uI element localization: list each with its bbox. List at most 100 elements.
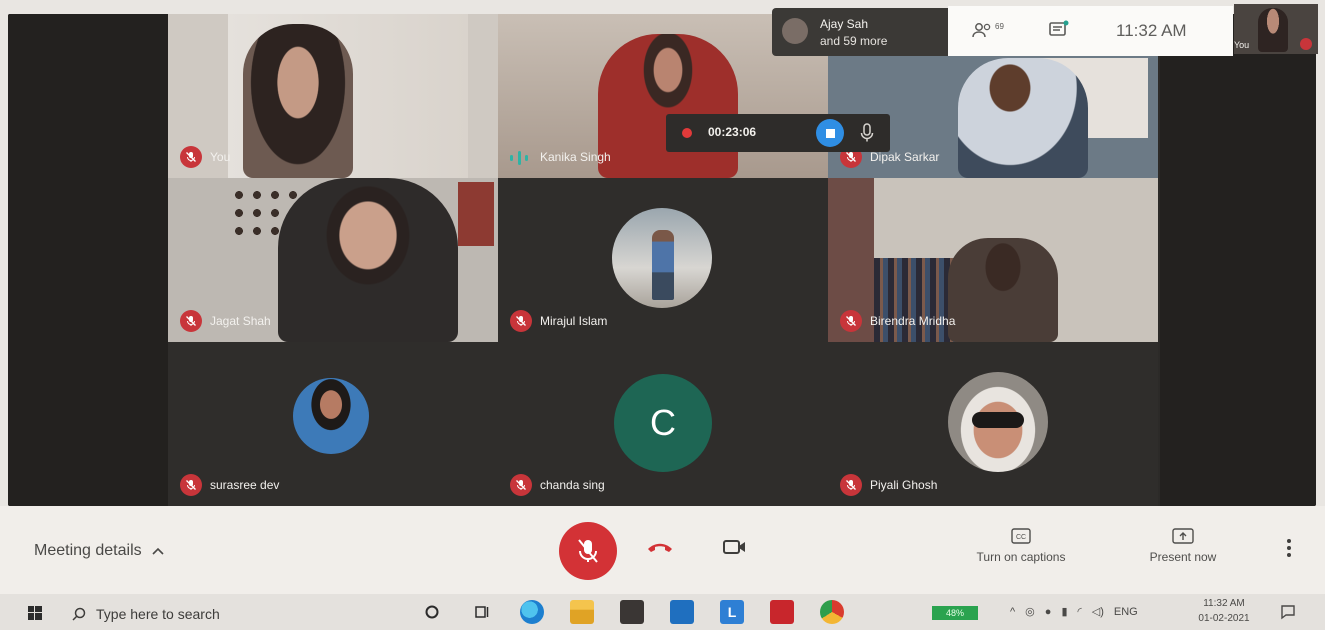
stop-icon xyxy=(825,128,835,138)
muted-mic-icon xyxy=(180,146,202,168)
participant-name: Piyali Ghosh xyxy=(870,478,938,492)
cortana-icon[interactable] xyxy=(420,600,444,624)
camera-toggle-button[interactable] xyxy=(722,538,748,561)
recording-timer: 00:23:06 xyxy=(708,125,757,139)
search-icon xyxy=(72,607,86,621)
start-button[interactable] xyxy=(28,606,42,625)
captions-label: Turn on captions xyxy=(976,550,1066,564)
participant-tile-birendra[interactable]: Birendra Mridha xyxy=(828,178,1158,342)
meet-window: You Kanika Singh Dipak Sarkar Jagat Shah… xyxy=(0,0,1325,630)
people-icon xyxy=(972,23,991,38)
microphone-icon[interactable]: ● xyxy=(1045,606,1052,618)
taskbar-search[interactable]: Type here to search xyxy=(72,606,220,622)
participant-tile-you[interactable]: You xyxy=(168,14,498,178)
recording-mic-button[interactable] xyxy=(860,123,874,148)
camera-icon xyxy=(723,540,745,554)
more-options-button[interactable] xyxy=(1286,538,1292,563)
mic-off-icon xyxy=(578,539,598,563)
network-icon[interactable]: ▮ xyxy=(1061,605,1067,618)
participant-name: Kanika Singh xyxy=(540,150,611,164)
participant-tile-mirajul[interactable]: Mirajul Islam xyxy=(498,178,828,342)
muted-mic-icon xyxy=(510,310,532,332)
present-now-button[interactable]: Present now xyxy=(1140,528,1226,564)
people-button[interactable]: 69 xyxy=(972,22,1004,38)
file-explorer-icon[interactable] xyxy=(570,600,594,624)
language-indicator[interactable]: ENG xyxy=(1114,606,1138,618)
participant-name: Jagat Shah xyxy=(210,314,271,328)
participant-name: surasree dev xyxy=(210,478,280,492)
mic-icon xyxy=(860,123,874,142)
taskbar-apps: L xyxy=(420,600,844,624)
notification-icon xyxy=(1281,605,1295,620)
muted-mic-icon xyxy=(180,474,202,496)
participant-name: Mirajul Islam xyxy=(540,314,608,328)
battery-indicator[interactable]: 48% xyxy=(932,606,978,620)
windows-logo-icon xyxy=(28,606,42,620)
participant-avatar xyxy=(293,378,369,454)
participant-avatar xyxy=(948,372,1048,472)
preview-more-text: and 59 more xyxy=(820,34,888,48)
task-view-icon[interactable] xyxy=(470,600,494,624)
store-icon[interactable] xyxy=(620,600,644,624)
hang-up-icon xyxy=(648,543,672,552)
call-controls-bar: Meeting details CC Turn on captions Pres… xyxy=(0,506,1325,594)
captions-button[interactable]: CC Turn on captions xyxy=(966,528,1076,564)
taskbar-clock[interactable]: 11:32 AM 01-02-2021 xyxy=(1194,596,1254,626)
present-label: Present now xyxy=(1149,550,1217,564)
onedrive-icon[interactable]: ◎ xyxy=(1025,605,1035,618)
mail-icon[interactable] xyxy=(670,600,694,624)
search-placeholder: Type here to search xyxy=(96,606,220,622)
participant-name: Dipak Sarkar xyxy=(870,150,940,164)
participant-video xyxy=(243,24,353,178)
chat-button[interactable] xyxy=(1048,20,1070,45)
chrome-icon[interactable] xyxy=(820,600,844,624)
meeting-clock: 11:32 AM xyxy=(1116,21,1187,40)
recording-dot-icon xyxy=(682,128,692,138)
participants-preview[interactable]: Ajay Sah and 59 more xyxy=(772,8,950,56)
notification-center-button[interactable] xyxy=(1280,604,1296,625)
meeting-details-label: Meeting details xyxy=(34,542,142,559)
system-tray: ^ ◎ ● ▮ ◜ ◁) ENG xyxy=(1010,605,1138,619)
taskbar-time: 11:32 AM xyxy=(1203,598,1245,609)
participant-video xyxy=(278,178,458,342)
self-muted-indicator xyxy=(1300,38,1312,50)
muted-mic-icon xyxy=(840,474,862,496)
chevron-up-icon[interactable]: ^ xyxy=(1010,606,1015,618)
more-vert-icon xyxy=(1287,539,1291,557)
windows-taskbar: Type here to search L 48% ^ ◎ ● ▮ ◜ ◁) E… xyxy=(0,594,1325,630)
muted-mic-icon xyxy=(180,310,202,332)
mcafee-icon[interactable] xyxy=(770,600,794,624)
muted-mic-icon xyxy=(840,310,862,332)
lync-icon[interactable]: L xyxy=(720,600,744,624)
svg-text:CC: CC xyxy=(1016,534,1026,541)
preview-first-name: Ajay Sah xyxy=(820,17,869,31)
participant-name: Birendra Mridha xyxy=(870,314,956,328)
present-screen-icon xyxy=(1172,528,1194,544)
chevron-up-icon xyxy=(152,547,164,555)
participant-avatar xyxy=(612,208,712,308)
chat-icon xyxy=(1049,20,1069,36)
participant-video xyxy=(958,58,1088,178)
participant-tile-surasree[interactable]: surasree dev xyxy=(168,342,498,506)
self-view-thumbnail[interactable]: You xyxy=(1234,4,1318,54)
participant-tile-chanda[interactable]: C chanda sing xyxy=(498,342,828,506)
recording-bar: 00:23:06 xyxy=(666,114,890,152)
taskbar-date: 01-02-2021 xyxy=(1198,613,1250,624)
participant-thumbnail xyxy=(782,18,808,44)
participant-name: chanda sing xyxy=(540,478,605,492)
video-grid: You Kanika Singh Dipak Sarkar Jagat Shah… xyxy=(8,14,1316,506)
participant-tile-jagat[interactable]: Jagat Shah xyxy=(168,178,498,342)
leave-call-button[interactable] xyxy=(646,540,674,559)
people-count: 69 xyxy=(995,22,1004,31)
volume-icon[interactable]: ◁) xyxy=(1092,605,1104,618)
microphone-toggle-button[interactable] xyxy=(559,522,617,580)
wifi-icon[interactable]: ◜ xyxy=(1078,605,1082,618)
meeting-details-button[interactable]: Meeting details xyxy=(34,542,164,560)
participant-tile-piyali[interactable]: Piyali Ghosh xyxy=(828,342,1158,506)
speaking-indicator-icon xyxy=(510,150,528,166)
participant-name: You xyxy=(210,150,231,164)
edge-icon[interactable] xyxy=(520,600,544,624)
closed-captions-icon: CC xyxy=(1011,528,1031,544)
muted-mic-icon xyxy=(510,474,532,496)
stop-recording-button[interactable] xyxy=(816,119,844,147)
